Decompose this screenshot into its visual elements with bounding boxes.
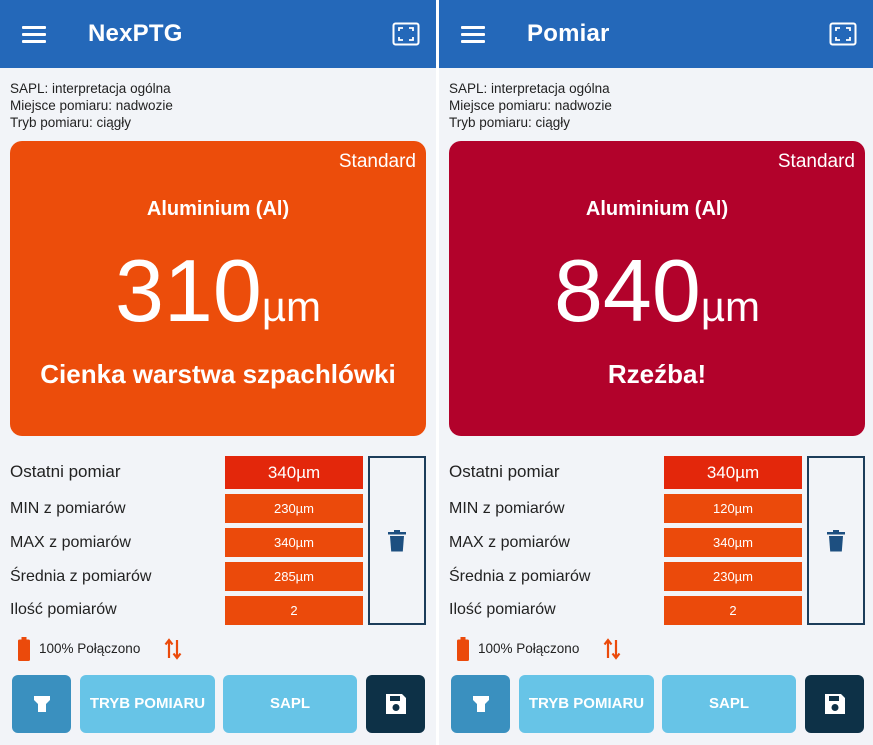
measurement-mode-button[interactable]: TRYB POMIARU bbox=[519, 675, 654, 733]
measurement-mode-button[interactable]: TRYB POMIARU bbox=[80, 675, 215, 733]
thickness-unit: µm bbox=[261, 283, 321, 330]
flashlight-button[interactable] bbox=[451, 675, 510, 733]
material-label: Aluminium (Al) bbox=[585, 198, 729, 220]
material-label: Aluminium (Al) bbox=[146, 198, 290, 220]
connection-status-text: 100% Połączono bbox=[39, 641, 141, 656]
stat-value-avg: 230µm bbox=[664, 562, 802, 591]
measurement-card: Standard Aluminium (Al) 840µm Rzeźba! bbox=[449, 141, 865, 436]
stat-value-last: 340µm bbox=[664, 456, 802, 489]
card-mode-label: Standard bbox=[338, 151, 416, 172]
thickness-unit: µm bbox=[700, 283, 760, 330]
hamburger-icon[interactable] bbox=[22, 26, 46, 44]
measurement-card: Standard Aluminium (Al) 310µm Cienka war… bbox=[10, 141, 426, 436]
stat-label-last: Ostatni pomiar bbox=[10, 462, 121, 481]
thickness-reading: 840µm bbox=[449, 241, 865, 357]
stat-label-last: Ostatni pomiar bbox=[449, 462, 560, 481]
sapl-button[interactable]: SAPL bbox=[662, 675, 796, 733]
interpretation-status: Cienka warstwa szpachlówki bbox=[40, 359, 396, 389]
stat-label-avg: Średnia z pomiarów bbox=[10, 568, 152, 585]
sapl-info: SAPL: interpretacja ogólna bbox=[10, 81, 171, 96]
fullscreen-icon[interactable] bbox=[829, 22, 857, 46]
stat-label-min: MIN z pomiarów bbox=[10, 500, 126, 517]
sapl-info: SAPL: interpretacja ogólna bbox=[449, 81, 610, 96]
measurement-info: SAPL: interpretacja ogólna Miejsce pomia… bbox=[10, 80, 173, 131]
location-info: Miejsce pomiaru: nadwozie bbox=[10, 98, 173, 113]
stat-label-count: Ilość pomiarów bbox=[449, 601, 556, 618]
flashlight-button[interactable] bbox=[12, 675, 71, 733]
floppy-disk-icon bbox=[824, 694, 845, 714]
app-bar: NexPTG bbox=[0, 0, 436, 68]
stat-value-max: 340µm bbox=[664, 528, 802, 557]
trash-icon bbox=[388, 530, 406, 552]
thickness-reading: 310µm bbox=[10, 241, 426, 357]
stat-value-min: 120µm bbox=[664, 494, 802, 523]
screen-nexptg: NexPTG SAPL: interpretacja ogólna Miejsc… bbox=[0, 0, 436, 745]
screen-pomiar: Pomiar SAPL: interpretacja ogólna Miejsc… bbox=[439, 0, 873, 745]
stat-value-count: 2 bbox=[664, 596, 802, 625]
app-bar-title: NexPTG bbox=[88, 20, 183, 47]
stat-label-avg: Średnia z pomiarów bbox=[449, 568, 591, 585]
save-button[interactable] bbox=[366, 675, 425, 733]
thickness-value: 840 bbox=[553, 241, 701, 340]
app-bar: Pomiar bbox=[439, 0, 873, 68]
measurement-info: SAPL: interpretacja ogólna Miejsce pomia… bbox=[449, 80, 612, 131]
trash-icon bbox=[827, 530, 845, 552]
hamburger-icon[interactable] bbox=[461, 26, 485, 44]
app-bar-title: Pomiar bbox=[527, 20, 610, 47]
sync-arrows-icon bbox=[603, 638, 621, 660]
flashlight-icon bbox=[33, 696, 50, 712]
fullscreen-icon[interactable] bbox=[392, 22, 420, 46]
stat-value-last: 340µm bbox=[225, 456, 363, 489]
stat-label-max: MAX z pomiarów bbox=[449, 534, 570, 551]
location-info: Miejsce pomiaru: nadwozie bbox=[449, 98, 612, 113]
sync-arrows-icon bbox=[164, 638, 182, 660]
mode-info: Tryb pomiaru: ciągły bbox=[449, 115, 571, 130]
card-mode-label: Standard bbox=[777, 151, 855, 172]
stat-value-min: 230µm bbox=[225, 494, 363, 523]
stat-label-count: Ilość pomiarów bbox=[10, 601, 117, 618]
flashlight-icon bbox=[472, 696, 489, 712]
sapl-button[interactable]: SAPL bbox=[223, 675, 357, 733]
clear-measurements-button[interactable] bbox=[368, 456, 426, 625]
stat-label-max: MAX z pomiarów bbox=[10, 534, 131, 551]
stat-label-min: MIN z pomiarów bbox=[449, 500, 565, 517]
stat-value-avg: 285µm bbox=[225, 562, 363, 591]
stat-value-max: 340µm bbox=[225, 528, 363, 557]
battery-icon bbox=[457, 637, 469, 661]
battery-icon bbox=[18, 637, 30, 661]
thickness-value: 310 bbox=[114, 241, 262, 340]
mode-info: Tryb pomiaru: ciągły bbox=[10, 115, 132, 130]
clear-measurements-button[interactable] bbox=[807, 456, 865, 625]
stat-value-count: 2 bbox=[225, 596, 363, 625]
interpretation-status: Rzeźba! bbox=[607, 359, 707, 389]
save-button[interactable] bbox=[805, 675, 864, 733]
connection-status-text: 100% Połączono bbox=[478, 641, 580, 656]
floppy-disk-icon bbox=[385, 694, 406, 714]
